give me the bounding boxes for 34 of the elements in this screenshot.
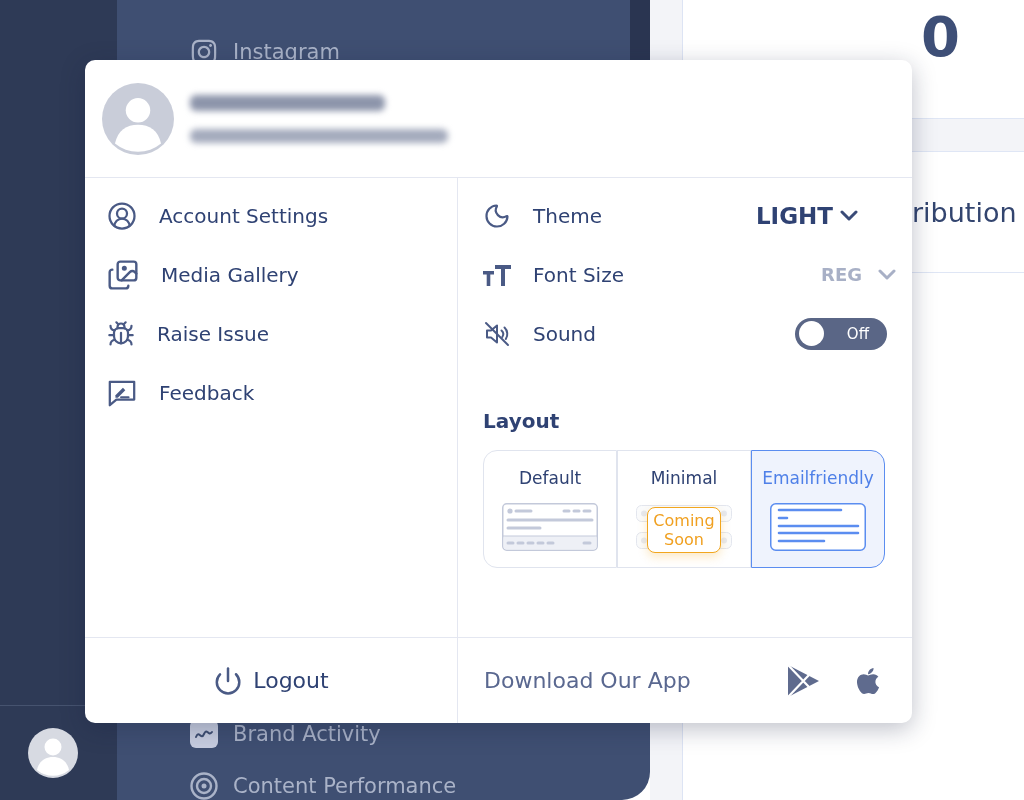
images-icon [107,258,139,291]
setting-label: Theme [533,203,603,228]
toggle-switch[interactable]: Off [795,317,887,350]
chevron-down-icon [878,269,896,280]
status-badge: Coming Soon [647,507,721,553]
menu-item[interactable]: Feedback [107,363,255,422]
user-circle-icon [107,200,137,231]
setting-label: Sound [533,321,597,346]
power-icon [213,665,244,696]
bug-icon [107,319,135,348]
menu-item[interactable]: Account Settings [107,186,329,245]
play-icon[interactable] [786,662,821,699]
avatar-icon[interactable] [28,728,78,778]
layout-option[interactable]: Minimal Coming Soon [617,450,751,568]
section-title: ribution [912,196,1017,228]
sidebar-item[interactable]: Content Performance [190,772,457,800]
section-heading: Layout [483,409,560,433]
moon-icon [483,201,511,230]
muted-speaker-icon [483,319,511,348]
layout-preview-icon [502,503,598,551]
setting-label: Font Size [533,262,625,287]
target-icon [190,772,218,800]
layout-option[interactable]: Default [483,450,617,568]
layout-preview-icon [770,503,866,551]
stat-value: 0 [921,9,960,65]
logout-button[interactable]: Logout [213,665,329,696]
menu-item[interactable]: Raise Issue [107,304,270,363]
dropdown[interactable]: LIGHT [755,202,858,229]
text-size-icon [483,263,511,286]
toggle-knob [799,321,824,346]
chevron-down-icon [840,210,858,221]
menu-item[interactable]: Media Gallery [107,245,299,304]
download-label: Download Our App [484,668,692,693]
avatar-icon [102,82,174,155]
